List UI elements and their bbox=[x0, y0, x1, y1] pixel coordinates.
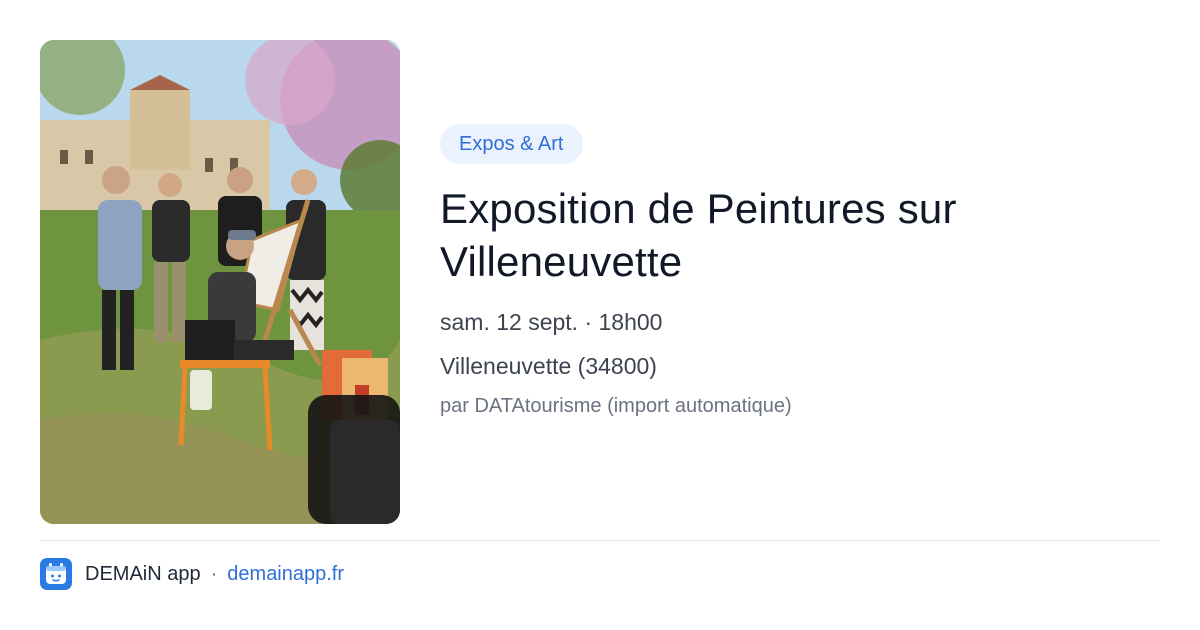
footer-divider bbox=[40, 540, 1160, 541]
demain-app-icon bbox=[40, 558, 72, 590]
footer-separator: · bbox=[210, 562, 218, 585]
app-domain-link[interactable]: demainapp.fr bbox=[227, 563, 344, 586]
event-photo-illustration bbox=[40, 40, 400, 524]
event-datetime: sam. 12 sept. · 18h00 bbox=[440, 309, 663, 335]
event-source: par DATAtourisme (import automatique) bbox=[440, 395, 792, 417]
event-title: Exposition de Peintures sur Villeneuvett… bbox=[440, 185, 957, 285]
event-details: Expos & Art Exposition de Peintures sur … bbox=[440, 124, 1160, 420]
event-location: Villeneuvette (34800) bbox=[440, 353, 657, 379]
app-name: DEMAiN app bbox=[85, 562, 201, 585]
event-card[interactable]: Expos & Art Exposition de Peintures sur … bbox=[0, 0, 1200, 630]
category-badge[interactable]: Expos & Art bbox=[440, 124, 583, 164]
footer: DEMAiN app · demainapp.fr bbox=[40, 558, 344, 590]
event-photo bbox=[40, 40, 400, 524]
calendar-face-icon bbox=[46, 563, 66, 584]
